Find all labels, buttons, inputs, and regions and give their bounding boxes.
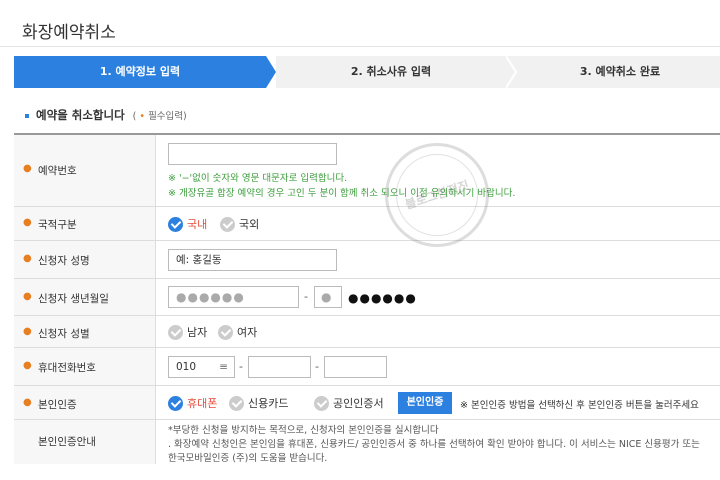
label-verification: 본인인증 — [38, 399, 77, 411]
birthdate-back-masked: ●●●●●● — [348, 291, 417, 305]
required-dot-icon: ● — [23, 163, 32, 174]
row-mobile: ● 휴대전화번호 010 ≡ - - — [14, 348, 720, 386]
required-dot-icon: • — [139, 111, 146, 122]
guide-line-2: . 화장예약 신청인은 본인임을 휴대폰, 신용카드/ 공인인증서 중 하나를 … — [168, 439, 700, 450]
radio-mobile-phone[interactable]: 휴대폰 — [168, 395, 217, 411]
radio-domestic[interactable]: 국내 — [168, 216, 207, 232]
birthdate-separator: - — [304, 290, 308, 303]
mobile-separator-2: - — [315, 360, 319, 373]
row-verification: ● 본인인증 휴대폰 신용카드 공인인증서 본인인증 ※ 본인인증 방법을 선택하… — [14, 386, 720, 420]
required-hint: ( • 필수입력) — [132, 111, 187, 122]
row-verification-guide: 본인인증안내 *부당한 신청을 방지하는 목적으로, 신청자의 본인인증을 실시… — [14, 420, 720, 464]
row-birthdate: ● 신청자 생년월일 ●●●●●● - ● ●●●●●● — [14, 279, 720, 316]
step-1-arrow — [266, 56, 276, 88]
label-nationality: 국적구분 — [38, 219, 77, 231]
birthdate-back-first-input[interactable]: ● — [314, 286, 342, 308]
section-bullet-icon — [24, 112, 30, 119]
check-circle-icon — [220, 216, 235, 232]
applicant-name-input[interactable]: 예: 홍길동 — [168, 249, 337, 271]
row-nationality: ● 국적구분 국내 국외 — [14, 207, 720, 241]
row-gender: ● 신청자 성별 남자 여자 — [14, 316, 720, 348]
check-circle-icon — [168, 216, 183, 232]
progress-steps: 1. 예약정보 입력 2. 취소사유 입력 3. 예약취소 완료 — [14, 56, 720, 88]
mobile-separator-1: - — [239, 360, 243, 373]
check-circle-icon — [314, 395, 329, 411]
label-mobile: 휴대전화번호 — [38, 362, 96, 374]
mobile-middle-input[interactable] — [248, 356, 311, 378]
page-title: 화장예약취소 — [22, 23, 116, 43]
step-2: 2. 취소사유 입력 — [276, 56, 506, 88]
reservation-cancel-form: ● 예약번호 ※ '−'없이 숫자와 영문 대문자로 입력합니다. ※ 개장유골 … — [14, 133, 720, 464]
row-reservation-number: ● 예약번호 ※ '−'없이 숫자와 영문 대문자로 입력합니다. ※ 개장유골 … — [14, 135, 720, 207]
radio-foreign[interactable]: 국외 — [220, 216, 259, 232]
section-title: 예약을 취소합니다 — [36, 108, 125, 122]
label-applicant-name: 신청자 성명 — [38, 255, 90, 267]
check-circle-icon — [218, 324, 233, 340]
label-birthdate: 신청자 생년월일 — [38, 293, 109, 305]
radio-male[interactable]: 남자 — [168, 324, 207, 340]
guide-line-3: 한국모바일인증 (주)의 도움을 받습니다. — [168, 453, 328, 464]
verification-note: ※ 본인인증 방법을 선택하신 후 본인인증 버튼을 눌러주세요 — [460, 400, 699, 411]
row-applicant-name: ● 신청자 성명 예: 홍길동 — [14, 241, 720, 279]
mobile-last-input[interactable] — [324, 356, 387, 378]
step-1-active: 1. 예약정보 입력 — [14, 56, 266, 88]
label-verification-guide: 본인인증안내 — [38, 436, 96, 448]
step-3: 3. 예약취소 완료 — [520, 56, 720, 88]
radio-certificate[interactable]: 공인인증서 — [314, 395, 384, 411]
select-menu-icon: ≡ — [219, 361, 228, 373]
check-circle-icon — [168, 395, 183, 411]
mobile-prefix-select[interactable]: 010 ≡ — [168, 356, 235, 378]
step-separator-arrow — [506, 56, 520, 88]
radio-female[interactable]: 여자 — [218, 324, 257, 340]
check-circle-icon — [229, 395, 244, 411]
watermark-stamp: 블로그한정짓 — [385, 143, 489, 247]
label-gender: 신청자 성별 — [38, 328, 90, 340]
reservation-number-note-1: ※ '−'없이 숫자와 영문 대문자로 입력합니다. — [168, 173, 348, 184]
label-reservation-number: 예약번호 — [38, 165, 77, 177]
section-heading: 예약을 취소합니다 ( • 필수입력) — [24, 107, 187, 123]
check-circle-icon — [168, 324, 183, 340]
birthdate-front-input[interactable]: ●●●●●● — [168, 286, 299, 308]
title-divider — [0, 46, 720, 47]
reservation-number-input[interactable] — [168, 143, 337, 165]
verify-button[interactable]: 본인인증 — [398, 392, 452, 414]
radio-credit-card[interactable]: 신용카드 — [229, 395, 288, 411]
guide-line-1: *부당한 신청을 방지하는 목적으로, 신청자의 본인인증을 실시합니다 — [168, 425, 439, 436]
